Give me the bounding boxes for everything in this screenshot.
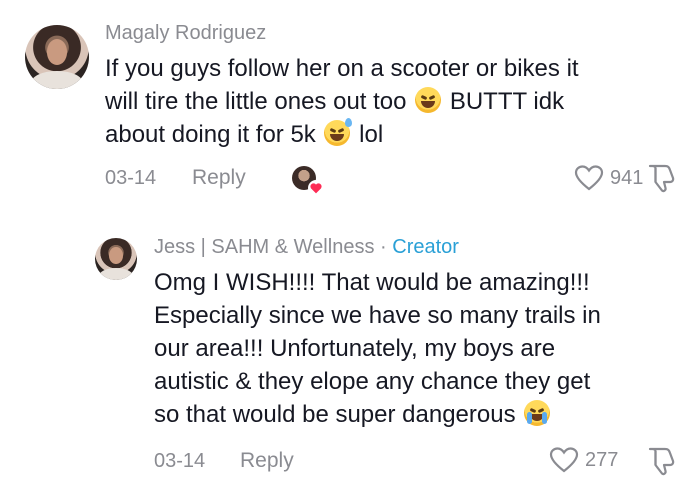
- heart-outline-icon: [549, 447, 579, 473]
- comment-text-line: autistic & they elope any chance they ge…: [154, 368, 591, 395]
- comment-date: 03-14: [105, 167, 157, 189]
- comment-text-line: so that would be super dangerous: [154, 401, 516, 428]
- comment-text-line: our area!!! Unfortunately, my boys are: [154, 335, 556, 362]
- reply-button[interactable]: Reply: [192, 166, 246, 190]
- heart-badge-icon: [308, 180, 324, 196]
- comment-text-line: lol: [359, 121, 384, 148]
- comment-text-line: BUTTT idk: [449, 88, 565, 115]
- like-count: 941: [610, 166, 644, 189]
- comment-text-line: will tire the little ones out too: [105, 88, 407, 115]
- comment-username[interactable]: Magaly Rodriguez: [105, 22, 266, 45]
- thumbs-down-icon[interactable]: [645, 162, 677, 194]
- avatar[interactable]: [25, 25, 89, 89]
- like-count: 277: [585, 448, 619, 471]
- separator: ·: [380, 236, 387, 258]
- comment-text-line: about doing it for 5k: [105, 121, 316, 148]
- loudly-crying-face-emoji-icon: [524, 400, 551, 426]
- grinning-squinting-face-emoji-icon: [415, 87, 442, 113]
- reply-button[interactable]: Reply: [240, 449, 294, 473]
- avatar[interactable]: [95, 238, 137, 280]
- comment-username: Jess | SAHM & Wellness · Creator: [154, 236, 459, 259]
- comment-date: 03-14: [154, 450, 206, 472]
- creator-liked-indicator: [292, 166, 324, 196]
- like-button[interactable]: 941: [574, 164, 643, 192]
- comment-text: Omg I WISH!!!! That would be amazing!!! …: [154, 266, 684, 431]
- comment-text: If you guys follow her on a scooter or b…: [105, 52, 685, 151]
- thumbs-down-icon[interactable]: [645, 445, 677, 477]
- like-button[interactable]: 277: [549, 446, 618, 474]
- reply-username[interactable]: Jess | SAHM & Wellness: [154, 236, 374, 258]
- comment-text-line: If you guys follow her on a scooter or b…: [105, 55, 579, 82]
- comment-text-line: Omg I WISH!!!! That would be amazing!!!: [154, 269, 590, 296]
- creator-badge: Creator: [392, 236, 459, 258]
- grinning-sweat-face-emoji-icon: [324, 118, 353, 146]
- comment-text-line: Especially since we have so many trails …: [154, 302, 601, 329]
- heart-outline-icon: [574, 165, 604, 191]
